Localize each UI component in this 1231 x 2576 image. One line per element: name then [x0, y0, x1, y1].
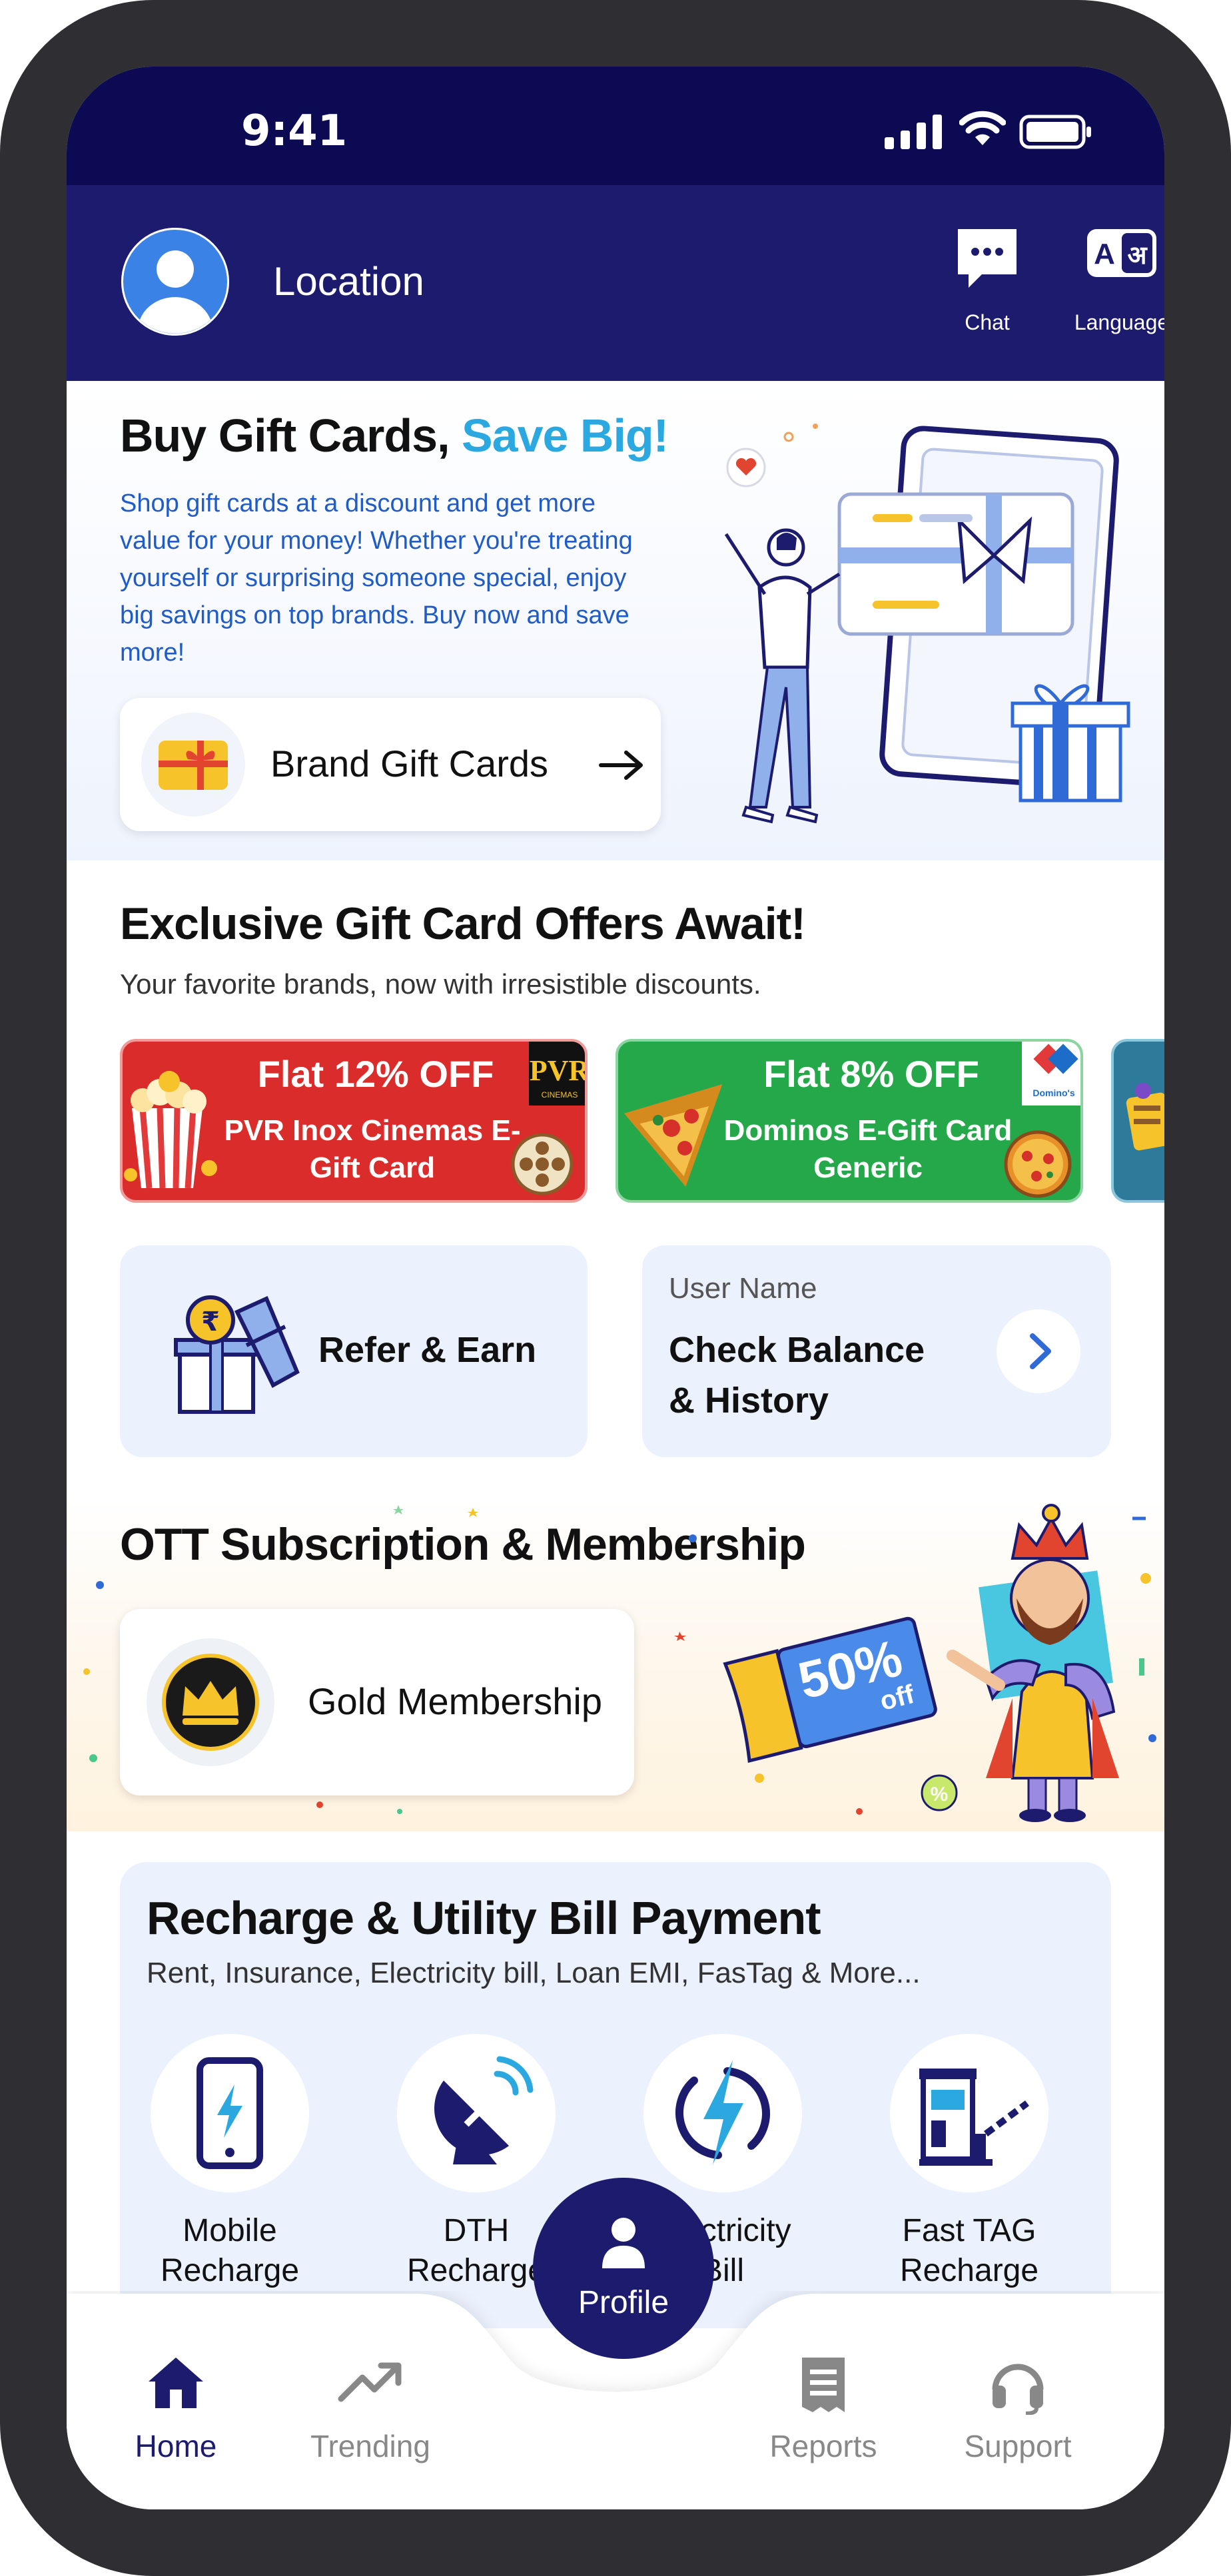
wifi-icon [959, 111, 1006, 145]
cellular-signal-icon [885, 115, 942, 149]
offers-subtitle: Your favorite brands, now with irresisti… [120, 968, 761, 1000]
headset-icon [992, 2364, 1044, 2415]
receipt-icon [802, 2358, 845, 2412]
nav-trending-label: Trending [310, 2429, 430, 2463]
king-mascot-illustration: 50% off % [674, 1504, 1156, 1822]
hero-title: Buy Gift Cards, Save Big! [120, 409, 669, 462]
status-time: 9:41 [241, 107, 348, 156]
nav-home-label: Home [135, 2429, 217, 2463]
location-label[interactable]: Location [273, 258, 424, 304]
battery-icon [1019, 115, 1091, 149]
nav-support[interactable]: Support [931, 2355, 1104, 2481]
mobile-recharge-button[interactable]: Mobile Recharge [120, 2034, 340, 2327]
check-balance-label: Check Balance [669, 1330, 925, 1370]
check-balance-card[interactable]: User Name Check Balance & History [642, 1245, 1111, 1457]
nav-home[interactable]: Home [89, 2355, 262, 2481]
nav-profile-button[interactable]: Profile [533, 2178, 714, 2359]
nav-support-label: Support [964, 2429, 1072, 2463]
offer-card-next[interactable] [1111, 1039, 1164, 1203]
mobile-recharge-line1: Mobile [183, 2213, 277, 2248]
nav-trending[interactable]: Trending [284, 2355, 457, 2481]
nav-reports[interactable]: Reports [737, 2355, 910, 2481]
brand-gift-cards-button[interactable]: Brand Gift Cards [120, 698, 661, 831]
svg-text:PVR: PVR [530, 1054, 588, 1087]
lightning-bolt-icon [643, 2034, 802, 2192]
user-name-label: User Name [669, 1272, 817, 1305]
fastag-recharge-label: Fast TAG Recharge [859, 2211, 1079, 2291]
app-screen: 9:41 Location Chat A अ Language Buy Gift… [67, 67, 1164, 2509]
refer-gift-icon: ₹ [174, 1295, 300, 1414]
svg-text:A: A [1094, 238, 1115, 270]
arrow-right-icon [599, 751, 643, 780]
hero-description: Shop gift cards at a discount and get mo… [120, 489, 633, 667]
gold-membership-button[interactable]: Gold Membership [120, 1609, 634, 1795]
gold-membership-label: Gold Membership [308, 1680, 602, 1722]
refer-earn-card[interactable]: ₹ Refer & Earn [120, 1245, 588, 1457]
offer-dominos-headline: Flat 8% OFF [763, 1053, 979, 1095]
offer-pvr-name: PVR Inox Cinemas E-Gift Card [224, 1114, 521, 1184]
brand-gift-cards-label: Brand Gift Cards [270, 743, 549, 785]
nav-reports-label: Reports [769, 2429, 877, 2463]
home-icon [149, 2358, 203, 2408]
mobile-recharge-label: Mobile Recharge [120, 2211, 340, 2291]
svg-text:अ: अ [1127, 240, 1148, 270]
offer-card-dominos[interactable]: Domino's Flat 8% OFF Dominos E-Gift Card… [616, 1039, 1083, 1203]
gift-card-icon [1126, 1083, 1164, 1151]
chevron-right-icon [1030, 1333, 1051, 1369]
fastag-recharge-button[interactable]: Fast TAG Recharge [859, 2034, 1079, 2327]
offer-pvr-headline: Flat 12% OFF [257, 1053, 494, 1095]
user-icon [602, 2218, 645, 2268]
hero-title-main: Buy Gift Cards, [120, 410, 450, 462]
svg-text:₹: ₹ [201, 1307, 220, 1337]
refer-earn-label: Refer & Earn [318, 1330, 537, 1370]
mobile-recharge-line2: Recharge [160, 2253, 300, 2288]
status-bar: 9:41 [67, 67, 1164, 185]
trending-icon [338, 2362, 402, 2402]
offer-card-pvr[interactable]: PVR CINEMAS Flat 12% OFF PVR Inox Cinema… [120, 1039, 588, 1203]
dth-recharge-line2: Recharge [406, 2253, 546, 2288]
chat-button[interactable]: Chat [921, 226, 1054, 353]
app-header: Location Chat A अ Language [67, 185, 1164, 381]
gift-card-icon [141, 713, 245, 816]
dth-recharge-line1: DTH [443, 2213, 510, 2248]
check-balance-arrow-button[interactable] [997, 1309, 1080, 1393]
gift-card-illustration [724, 424, 1130, 824]
satellite-dish-icon [397, 2034, 556, 2192]
ott-membership-section: OTT Subscription & Membership Gold Membe… [67, 1498, 1164, 1831]
history-label: & History [669, 1381, 829, 1421]
mobile-phone-icon [151, 2034, 309, 2192]
language-label: Language [1074, 310, 1164, 334]
crown-icon [147, 1638, 274, 1766]
avatar[interactable] [121, 228, 229, 336]
svg-text:CINEMAS: CINEMAS [542, 1090, 578, 1100]
chat-icon [958, 229, 1017, 288]
device-frame: 9:41 Location Chat A अ Language Buy Gift… [0, 0, 1231, 2576]
offer-dominos-name: Dominos E-Gift Card Generic [723, 1114, 1013, 1184]
svg-text:%: % [931, 1783, 949, 1805]
nav-profile-label: Profile [578, 2285, 669, 2320]
recharge-subtitle: Rent, Insurance, Electricity bill, Loan … [147, 1957, 921, 1989]
chat-label: Chat [965, 310, 1010, 334]
fastag-recharge-line1: Fast TAG [902, 2213, 1036, 2248]
hero-title-accent: Save Big! [461, 410, 669, 462]
svg-text:Domino's: Domino's [1032, 1088, 1074, 1098]
user-avatar-icon [121, 228, 229, 336]
recharge-title: Recharge & Utility Bill Payment [147, 1892, 821, 1944]
fastag-recharge-line2: Recharge [899, 2253, 1039, 2288]
gift-card-hero: Buy Gift Cards, Save Big! Shop gift card… [67, 381, 1164, 860]
toll-booth-icon [890, 2034, 1048, 2192]
language-icon: A अ [1087, 229, 1156, 277]
language-button[interactable]: A अ Language [1055, 226, 1164, 353]
offers-title: Exclusive Gift Card Offers Await! [120, 898, 806, 949]
